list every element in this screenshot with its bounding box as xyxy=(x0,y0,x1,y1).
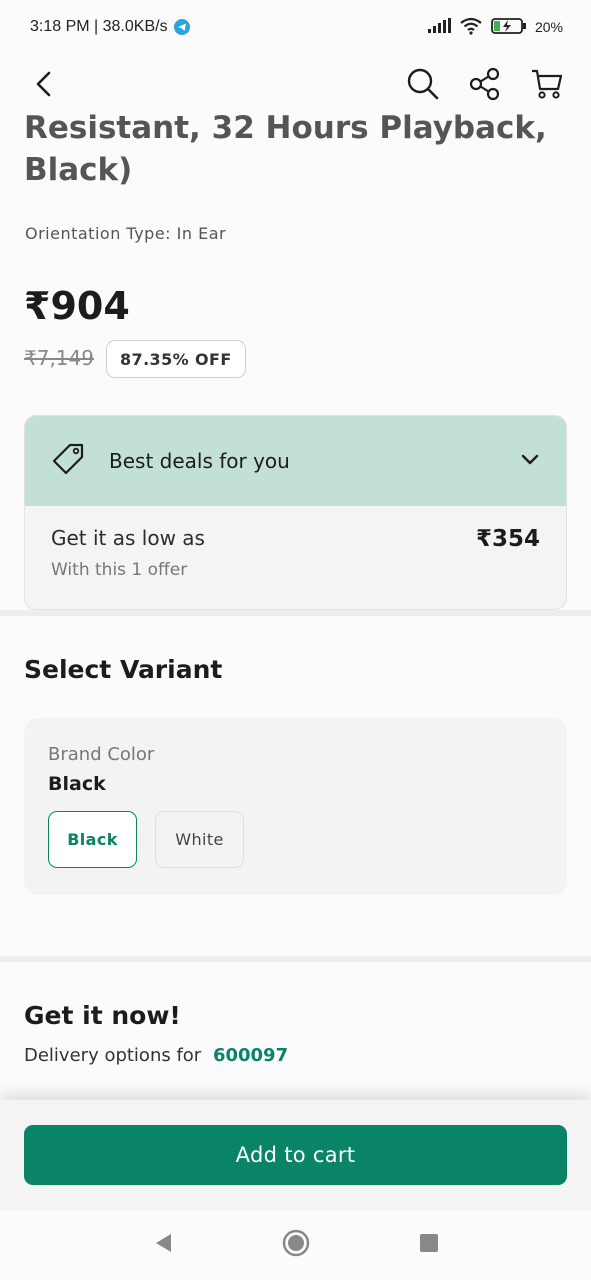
select-variant-title: Select Variant xyxy=(24,655,223,684)
system-nav-bar xyxy=(0,1210,591,1280)
product-title-line2: Black) xyxy=(24,152,133,188)
discount-badge: 87.35% OFF xyxy=(106,340,246,378)
variant-selected-value: Black xyxy=(48,773,106,795)
add-to-cart-button[interactable]: Add to cart xyxy=(24,1125,567,1185)
status-right: 20% xyxy=(427,17,563,38)
delivery-text: Delivery options for xyxy=(24,1045,202,1066)
variant-option-white[interactable]: White xyxy=(155,811,244,868)
variant-card: Brand Color Black Black White xyxy=(24,718,567,895)
best-deals-body: Get it as low as With this 1 offer ₹354 xyxy=(25,506,566,580)
telegram-icon xyxy=(173,19,190,35)
deals-low-text: Get it as low as xyxy=(51,526,205,550)
get-it-now-title: Get it now! xyxy=(24,1001,181,1030)
nav-home-icon[interactable] xyxy=(282,1229,310,1261)
section-divider xyxy=(0,956,591,962)
deals-low-price: ₹354 xyxy=(475,526,540,552)
section-divider xyxy=(0,610,591,616)
delivery-line: Delivery options for 600097 xyxy=(24,1045,288,1066)
variant-options: Black White xyxy=(48,811,543,868)
product-title-line1: Resistant, 32 Hours Playback, xyxy=(24,110,547,146)
product-title: Resistant, 32 Hours Playback, Black) xyxy=(24,108,564,200)
best-deals-card[interactable]: Best deals for you Get it as low as With… xyxy=(24,415,567,610)
share-icon[interactable] xyxy=(467,66,503,102)
header-actions xyxy=(405,66,565,102)
nav-back-icon[interactable] xyxy=(152,1231,174,1259)
best-deals-header-left: Best deals for you xyxy=(51,442,290,480)
nav-recents-icon[interactable] xyxy=(418,1232,440,1258)
cart-icon[interactable] xyxy=(529,66,565,102)
status-bar: 3:18 PM | 38.0KB/s 20% xyxy=(0,0,591,54)
variant-label: Brand Color xyxy=(48,744,155,765)
chevron-down-icon[interactable] xyxy=(520,452,540,471)
product-mrp: ₹7,149 xyxy=(24,346,94,370)
delivery-pincode[interactable]: 600097 xyxy=(213,1045,288,1066)
status-time: 3:18 PM | 38.0KB/s xyxy=(30,18,168,35)
search-icon[interactable] xyxy=(405,66,441,102)
variant-option-black[interactable]: Black xyxy=(48,811,137,868)
battery-percent: 20% xyxy=(534,19,563,35)
best-deals-title: Best deals for you xyxy=(109,449,290,473)
status-left: 3:18 PM | 38.0KB/s xyxy=(30,18,190,36)
app-header xyxy=(0,54,591,114)
tag-icon xyxy=(51,442,85,480)
bottom-action-bar: Add to cart xyxy=(0,1100,591,1210)
signal-icon xyxy=(427,17,451,37)
back-arrow-icon[interactable] xyxy=(26,66,62,102)
best-deals-header[interactable]: Best deals for you xyxy=(25,416,566,506)
product-price: ₹904 xyxy=(24,284,130,328)
wifi-icon xyxy=(459,17,483,38)
deals-offer-text: With this 1 offer xyxy=(51,560,188,580)
orientation-type: Orientation Type: In Ear xyxy=(25,224,227,243)
battery-charging-icon xyxy=(491,17,527,38)
